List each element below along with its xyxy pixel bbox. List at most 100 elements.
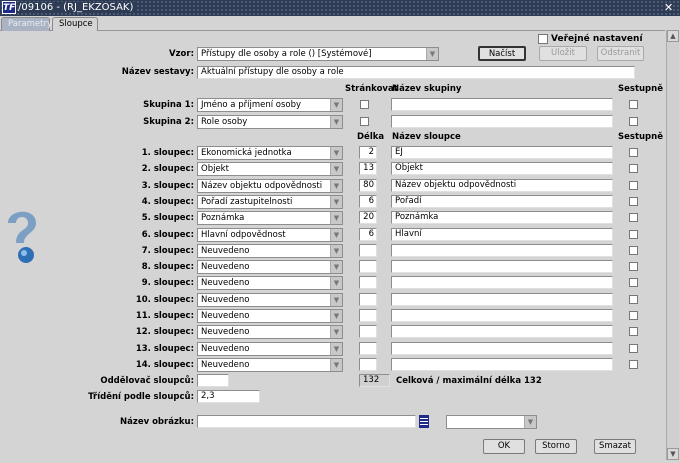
delete-button[interactable]: Smazat bbox=[594, 439, 636, 454]
column-desc-checkbox[interactable] bbox=[629, 148, 638, 157]
group-select[interactable]: Role osoby ▼ bbox=[197, 114, 343, 129]
column-name-input[interactable] bbox=[391, 292, 613, 306]
column-select[interactable]: Neuvedeno ▼ bbox=[197, 357, 343, 372]
chevron-down-icon: ▼ bbox=[330, 277, 342, 290]
column-name-input[interactable] bbox=[391, 341, 613, 355]
column-name-input[interactable]: Objekt bbox=[391, 162, 613, 176]
save-button[interactable]: Uložit bbox=[539, 46, 587, 61]
separator-input[interactable] bbox=[197, 374, 229, 387]
help-question-icon[interactable] bbox=[2, 205, 42, 265]
column-select[interactable]: Neuvedeno ▼ bbox=[197, 276, 343, 291]
column-name-input[interactable] bbox=[391, 260, 613, 274]
chevron-down-icon: ▼ bbox=[426, 48, 438, 60]
column-length-input[interactable] bbox=[359, 243, 377, 257]
column-length-input[interactable]: 13 bbox=[359, 162, 377, 176]
scroll-up-icon[interactable]: ▲ bbox=[667, 30, 679, 42]
group-label: Skupina 1: bbox=[143, 100, 194, 110]
column-length-input[interactable] bbox=[359, 325, 377, 339]
tab-parametry[interactable]: Parametry bbox=[1, 17, 52, 31]
scroll-down-icon[interactable]: ▼ bbox=[667, 448, 679, 460]
column-length-input[interactable]: 20 bbox=[359, 211, 377, 225]
column-desc-checkbox[interactable] bbox=[629, 262, 638, 272]
group-desc-checkbox[interactable] bbox=[629, 116, 638, 126]
vzor-label: Vzor: bbox=[169, 49, 194, 59]
column-select[interactable]: Ekonomická jednotka ▼ bbox=[197, 146, 343, 160]
column-select[interactable]: Objekt ▼ bbox=[197, 162, 343, 177]
column-length-input[interactable] bbox=[359, 309, 377, 322]
chevron-down-icon: ▼ bbox=[330, 99, 342, 111]
image-select[interactable]: ▼ bbox=[446, 415, 537, 429]
column-select[interactable]: Neuvedeno ▼ bbox=[197, 341, 343, 356]
column-name-input[interactable]: Pořadí bbox=[391, 194, 613, 208]
column-desc-checkbox[interactable] bbox=[629, 311, 638, 320]
column-desc-checkbox[interactable] bbox=[629, 180, 638, 190]
column-label: 3. sloupec: bbox=[141, 180, 194, 191]
list-icon[interactable] bbox=[419, 415, 429, 428]
column-name-input[interactable] bbox=[391, 325, 613, 339]
group-select-value: Role osoby bbox=[201, 116, 248, 127]
column-select[interactable]: Poznámka ▼ bbox=[197, 211, 343, 226]
column-length-input[interactable]: 6 bbox=[359, 227, 377, 241]
vzor-select[interactable]: Přístupy dle osoby a role () [Systémové]… bbox=[197, 47, 439, 61]
column-length-input[interactable] bbox=[359, 341, 377, 355]
column-desc-checkbox[interactable] bbox=[629, 278, 638, 288]
column-name-input[interactable] bbox=[391, 357, 613, 371]
public-settings-checkbox[interactable] bbox=[538, 34, 548, 44]
column-length-input[interactable] bbox=[359, 260, 377, 274]
total-length-field: 132 bbox=[359, 374, 390, 387]
column-desc-checkbox[interactable] bbox=[629, 327, 638, 337]
sorting-input[interactable]: 2,3 bbox=[197, 390, 260, 403]
column-name-input[interactable] bbox=[391, 276, 613, 290]
load-button[interactable]: Načíst bbox=[478, 46, 526, 61]
remove-button[interactable]: Odstranit bbox=[597, 46, 644, 61]
group-name-input[interactable] bbox=[391, 114, 613, 128]
column-name-input[interactable] bbox=[391, 309, 613, 322]
group-select-value: Jméno a příjmení osoby bbox=[201, 100, 302, 110]
column-select[interactable]: Neuvedeno ▼ bbox=[197, 260, 343, 275]
image-name-label: Název obrázku: bbox=[120, 417, 194, 427]
chevron-down-icon: ▼ bbox=[330, 212, 342, 225]
column-name-input[interactable]: Hlavní bbox=[391, 227, 613, 241]
column-label: 10. sloupec: bbox=[135, 294, 194, 305]
column-select[interactable]: Pořadí zastupitelnosti ▼ bbox=[197, 194, 343, 209]
column-desc-checkbox[interactable] bbox=[629, 294, 638, 304]
column-length-input[interactable] bbox=[359, 292, 377, 306]
close-icon[interactable]: ✕ bbox=[664, 1, 673, 14]
ok-button[interactable]: OK bbox=[483, 439, 525, 454]
vertical-scrollbar[interactable]: ▲ ▼ bbox=[666, 30, 679, 460]
paging-checkbox[interactable] bbox=[360, 100, 369, 109]
column-name-input[interactable]: Poznámka bbox=[391, 211, 613, 225]
column-name-input[interactable] bbox=[391, 243, 613, 257]
paging-checkbox[interactable] bbox=[360, 116, 369, 126]
column-length-input[interactable]: 6 bbox=[359, 194, 377, 208]
column-length-input[interactable] bbox=[359, 276, 377, 290]
column-select[interactable]: Název objektu odpovědnosti ▼ bbox=[197, 178, 343, 193]
column-desc-checkbox[interactable] bbox=[629, 213, 638, 223]
group-name-input[interactable] bbox=[391, 98, 613, 111]
column-desc-checkbox[interactable] bbox=[629, 343, 638, 353]
column-select[interactable]: Neuvedeno ▼ bbox=[197, 292, 343, 307]
column-desc-checkbox[interactable] bbox=[629, 359, 638, 369]
column-desc-checkbox[interactable] bbox=[629, 229, 638, 239]
report-name-input[interactable]: Aktuální přístupy dle osoby a role bbox=[197, 66, 635, 79]
column-name-input[interactable]: Název objektu odpovědnosti bbox=[391, 178, 613, 192]
image-name-input[interactable] bbox=[197, 415, 416, 428]
group-desc-checkbox[interactable] bbox=[629, 100, 638, 109]
cancel-button[interactable]: Storno bbox=[535, 439, 577, 454]
tab-sloupce[interactable]: Sloupce bbox=[52, 17, 98, 31]
column-label: 11. sloupec: bbox=[135, 311, 194, 321]
column-name-input[interactable]: EJ bbox=[391, 146, 613, 159]
group-name-header: Název skupiny bbox=[392, 84, 462, 94]
column-desc-checkbox[interactable] bbox=[629, 196, 638, 206]
column-length-input[interactable]: 80 bbox=[359, 178, 377, 192]
column-length-input[interactable]: 2 bbox=[359, 146, 377, 159]
column-select[interactable]: Hlavní odpovědnost ▼ bbox=[197, 227, 343, 242]
column-desc-checkbox[interactable] bbox=[629, 245, 638, 255]
column-length-input[interactable] bbox=[359, 357, 377, 371]
column-select[interactable]: Neuvedeno ▼ bbox=[197, 309, 343, 323]
column-select[interactable]: Neuvedeno ▼ bbox=[197, 325, 343, 340]
column-desc-checkbox[interactable] bbox=[629, 164, 638, 174]
column-select-value: Neuvedeno bbox=[201, 359, 250, 370]
column-select[interactable]: Neuvedeno ▼ bbox=[197, 243, 343, 258]
group-select[interactable]: Jméno a příjmení osoby ▼ bbox=[197, 98, 343, 112]
